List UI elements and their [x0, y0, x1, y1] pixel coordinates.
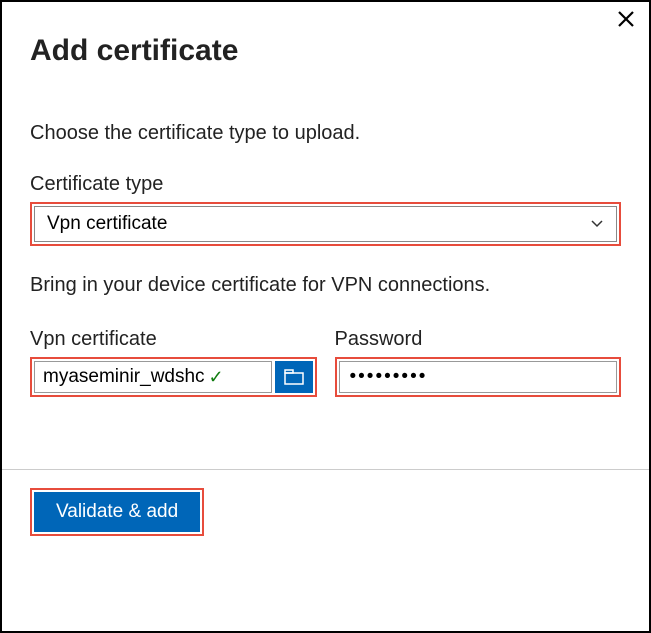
certificate-type-select[interactable]: Vpn certificate: [34, 206, 617, 242]
divider: [2, 469, 649, 470]
dialog-title: Add certificate: [30, 34, 621, 68]
folder-icon: [284, 369, 304, 385]
password-input[interactable]: [339, 361, 618, 393]
close-icon[interactable]: [617, 10, 635, 32]
description-text: Bring in your device certificate for VPN…: [30, 270, 621, 300]
chevron-down-icon: [590, 219, 604, 229]
browse-button[interactable]: [275, 361, 313, 393]
file-input[interactable]: myaseminir_wdshc ✓: [34, 361, 272, 393]
password-label: Password: [335, 328, 622, 351]
checkmark-icon: ✓: [209, 367, 224, 388]
instruction-text: Choose the certificate type to upload.: [30, 122, 621, 145]
certificate-type-value: Vpn certificate: [47, 213, 167, 235]
file-label: Vpn certificate: [30, 328, 317, 351]
certificate-type-label: Certificate type: [30, 173, 621, 196]
file-input-value: myaseminir_wdshc: [43, 366, 205, 388]
validate-add-button[interactable]: Validate & add: [34, 492, 200, 532]
